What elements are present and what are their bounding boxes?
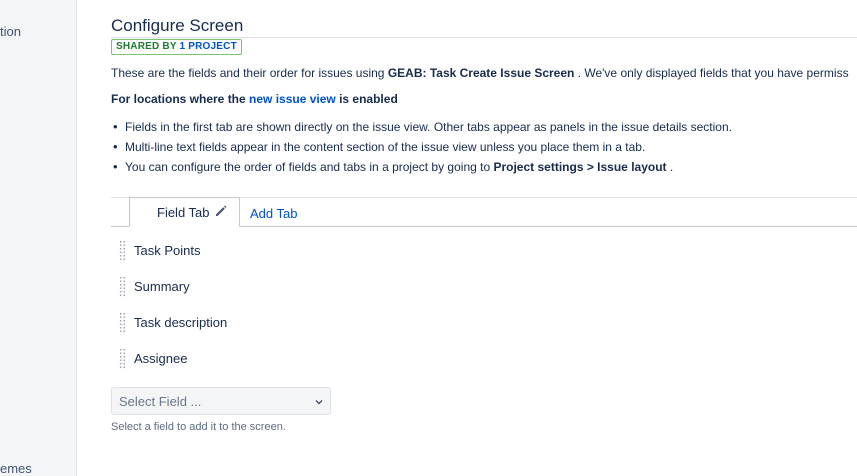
- locations-heading: For locations where the new issue view i…: [111, 92, 398, 106]
- screen-name: GEAB: Task Create Issue Screen: [387, 66, 575, 80]
- intro-text: These are the fields and their order for…: [111, 66, 849, 80]
- sidebar-item-top[interactable]: tion: [0, 24, 21, 39]
- sidebar: tion emes: [0, 0, 77, 476]
- list-item: You can configure the order of fields an…: [111, 160, 732, 180]
- info-list: Fields in the first tab are shown direct…: [111, 120, 732, 180]
- intro-after: . We've only displayed fields that you h…: [574, 66, 849, 80]
- field-label: Task description: [134, 315, 228, 330]
- issue-layout-path: Project settings > Issue layout: [493, 160, 667, 174]
- badge-prefix: SHARED BY: [116, 41, 180, 52]
- list-item: Fields in the first tab are shown direct…: [111, 120, 732, 140]
- sidebar-item-bottom[interactable]: emes: [0, 461, 32, 476]
- drag-handle-icon[interactable]: [119, 348, 126, 370]
- list-item: Multi-line text fields appear in the con…: [111, 140, 732, 160]
- add-tab-link[interactable]: Add Tab: [250, 206, 297, 221]
- field-row[interactable]: Summary: [111, 276, 511, 298]
- bullet3-after: .: [666, 160, 674, 174]
- field-row[interactable]: Assignee: [111, 348, 511, 370]
- pencil-icon[interactable]: [214, 204, 228, 218]
- field-label: Task Points: [134, 243, 201, 258]
- field-label: Assignee: [134, 351, 188, 366]
- drag-handle-icon[interactable]: [119, 240, 126, 262]
- tab-field-tab[interactable]: Field Tab: [129, 197, 240, 227]
- locations-before: For locations where the: [111, 92, 250, 106]
- locations-after: is enabled: [335, 92, 398, 106]
- tab-label: Field Tab: [157, 205, 210, 220]
- field-label: Summary: [134, 279, 190, 294]
- shared-by-badge: SHARED BY 1 PROJECT: [111, 39, 242, 55]
- bullet3-before: You can configure the order of fields an…: [125, 160, 494, 174]
- shared-projects-link[interactable]: 1 PROJECT: [180, 41, 237, 52]
- title-divider: [111, 37, 857, 38]
- chevron-down-icon: [315, 400, 323, 405]
- field-row[interactable]: Task Points: [111, 240, 511, 262]
- page-title: Configure Screen: [111, 16, 244, 35]
- intro-before: These are the fields and their order for…: [111, 66, 388, 80]
- select-placeholder: Select Field ...: [119, 394, 202, 409]
- new-issue-view-link[interactable]: new issue view: [249, 92, 336, 106]
- drag-handle-icon[interactable]: [119, 276, 126, 298]
- main-content: Configure Screen SHARED BY 1 PROJECT The…: [111, 0, 857, 476]
- field-row[interactable]: Task description: [111, 312, 511, 334]
- select-field-dropdown[interactable]: Select Field ...: [111, 387, 331, 415]
- drag-handle-icon[interactable]: [119, 312, 126, 334]
- select-helper-text: Select a field to add it to the screen.: [111, 421, 286, 433]
